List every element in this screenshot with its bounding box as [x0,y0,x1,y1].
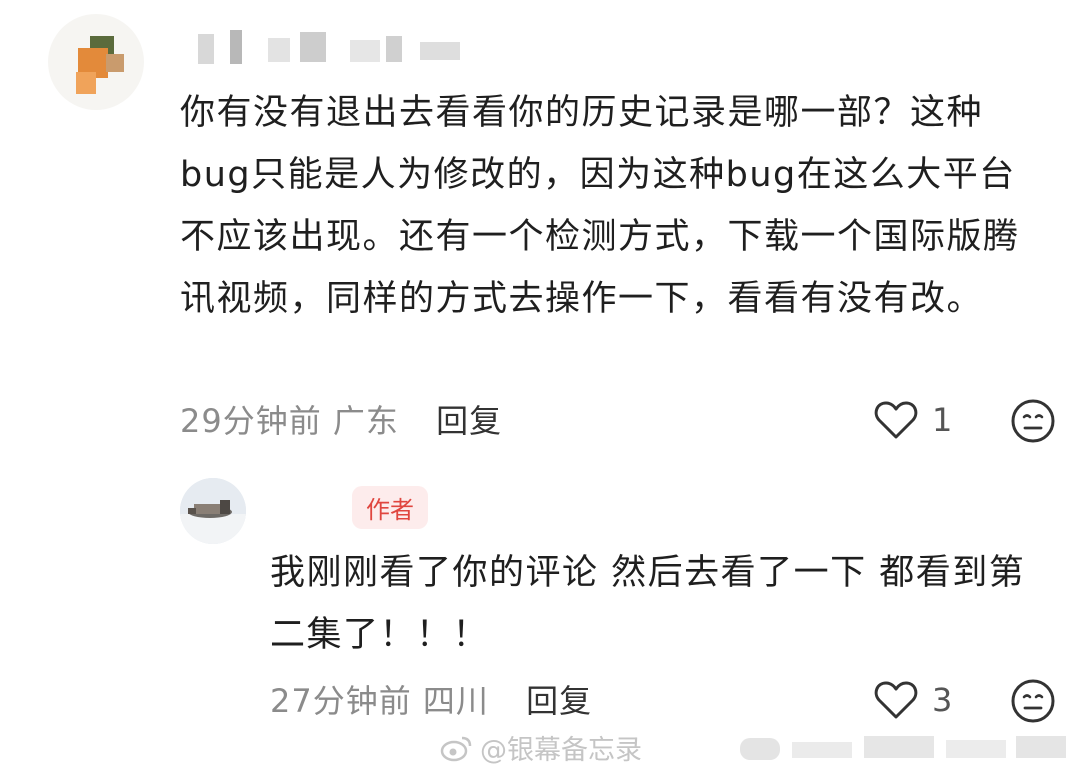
reply-like-button[interactable]: 3 [874,678,952,722]
reply-button[interactable]: 回复 [436,402,502,440]
heart-outline-icon [874,401,918,439]
neutral-face-icon [1011,399,1055,443]
blurred-username [190,22,490,70]
reply-avatar[interactable] [180,478,246,544]
reply-time: 27分钟前 [270,682,412,720]
comment-text: 你有没有退出去看看你的历史记录是哪一部？这种 bug只能是人为修改的，因为这种b… [180,93,1020,319]
watermark-text: @银幕备忘录 [480,735,642,766]
comment-location: 广东 [332,402,399,440]
emoji-reaction-button[interactable] [1010,398,1056,448]
reply-location: 四川 [422,682,489,720]
avatar[interactable] [48,14,144,110]
reply-meta: 27分钟前 四川 回复 [270,676,592,722]
like-count: 1 [932,401,953,439]
reply-like-count: 3 [932,681,953,719]
heart-outline-icon [874,681,918,719]
comment-thread: 你有没有退出去看看你的历史记录是哪一部？这种 bug只能是人为修改的，因为这种b… [0,0,1080,771]
like-button[interactable]: 1 [874,398,952,442]
neutral-face-icon [1011,679,1055,723]
reply-reply-button[interactable]: 回复 [526,682,592,720]
comment-meta: 29分钟前 广东 回复 [180,396,502,442]
comment-time: 29分钟前 [180,402,322,440]
blurred-watermark [736,726,1076,766]
author-badge: 作者 [352,486,428,529]
reply-emoji-reaction-button[interactable] [1010,678,1056,728]
weibo-logo-icon [440,736,472,761]
watermark: @银幕备忘录 [440,728,642,767]
reply-text: 我刚刚看了你的评论 然后去看了一下 都看到第二集了！！！ [270,553,1026,655]
